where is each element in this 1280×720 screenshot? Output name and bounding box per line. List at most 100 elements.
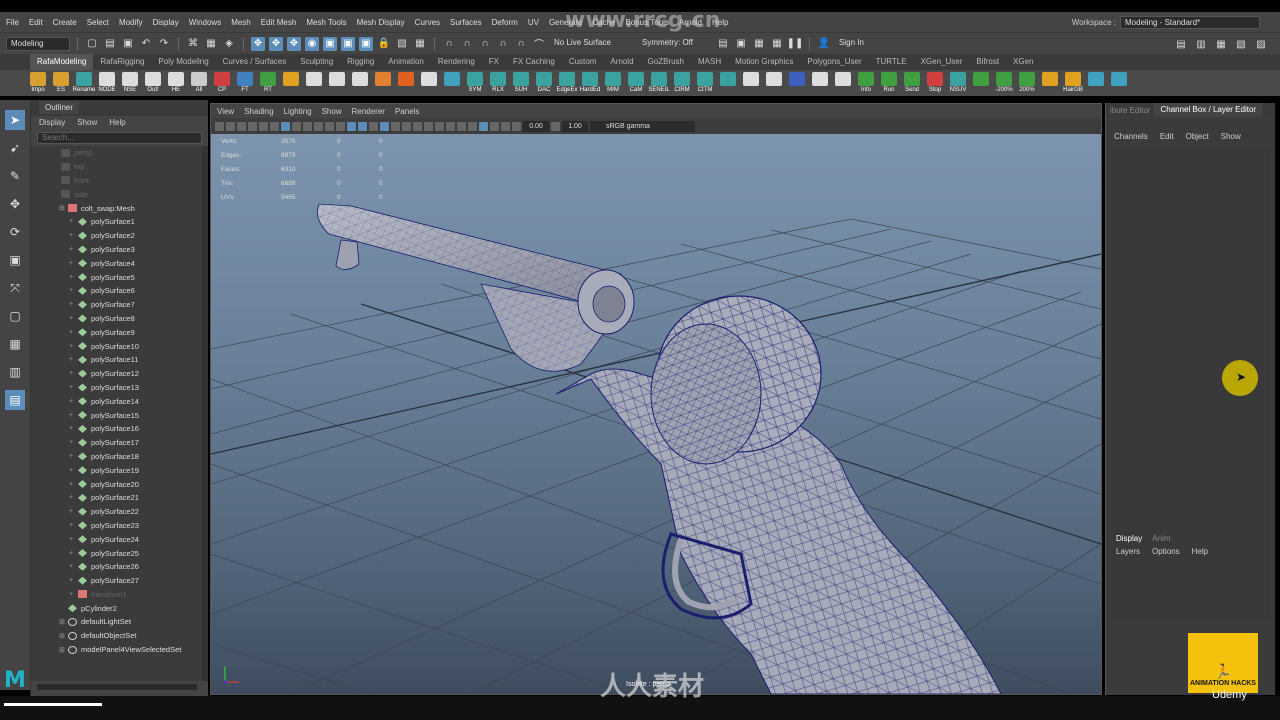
shelf-tool-button[interactable]: NSE: [120, 70, 140, 96]
outliner-item[interactable]: + polySurface15: [31, 408, 203, 422]
shelf-tool-button[interactable]: HairGB: [1063, 70, 1083, 96]
outliner-item[interactable]: persp: [31, 146, 203, 160]
shelf-tool-button[interactable]: [350, 70, 370, 96]
shelf-tab-rafarigging[interactable]: RafaRigging: [93, 54, 151, 70]
cb-menu-object[interactable]: Object: [1186, 132, 1209, 141]
shelf-tool-button[interactable]: CtTM: [695, 70, 715, 96]
xray-icon[interactable]: [391, 121, 400, 131]
expand-icon[interactable]: +: [69, 577, 76, 584]
outliner-menu-help[interactable]: Help: [109, 116, 125, 130]
expand-icon[interactable]: +: [69, 356, 76, 363]
highlight-icon[interactable]: ▧: [395, 37, 409, 51]
gamma-field[interactable]: 1.00: [562, 120, 588, 132]
outliner-item[interactable]: + polySurface12: [31, 367, 203, 381]
shelf-tab-arnold[interactable]: Arnold: [603, 54, 640, 70]
outliner-item[interactable]: + polySurface22: [31, 505, 203, 519]
shelf-tab-curves-surfaces[interactable]: Curves / Surfaces: [216, 54, 294, 70]
expand-icon[interactable]: ⊞: [59, 618, 66, 626]
select-misc-icon[interactable]: ▣: [341, 36, 355, 51]
expand-icon[interactable]: +: [69, 522, 76, 529]
expand-icon[interactable]: +: [69, 329, 76, 336]
outliner-item[interactable]: + polySurface19: [31, 463, 203, 477]
shelf-tool-button[interactable]: EdgeEx: [557, 70, 578, 96]
xray-joints-icon[interactable]: [490, 121, 499, 131]
select-tool-icon[interactable]: ➤: [5, 110, 25, 130]
menu-display[interactable]: Display: [153, 18, 179, 27]
symmetry-dropdown[interactable]: Symmetry: Off: [638, 37, 712, 51]
shelf-tool-button[interactable]: [718, 70, 738, 96]
aa-icon[interactable]: [457, 121, 466, 131]
outliner-item[interactable]: + polySurface16: [31, 422, 203, 436]
single-pane-icon[interactable]: ▢: [5, 306, 25, 326]
select-hierarchy-icon[interactable]: ⌘: [186, 37, 200, 51]
shelf-tool-button[interactable]: ES: [51, 70, 71, 96]
shelf-tool-button[interactable]: Impo: [28, 70, 48, 96]
shelf-tab-mash[interactable]: MASH: [691, 54, 728, 70]
shelf-tool-button[interactable]: [833, 70, 853, 96]
camera-attr-icon[interactable]: [226, 121, 235, 131]
outliner-item[interactable]: + polySurface25: [31, 546, 203, 560]
shelf-tool-button[interactable]: SENEIL: [648, 70, 670, 96]
expand-icon[interactable]: +: [69, 384, 76, 391]
menu-deform[interactable]: Deform: [492, 18, 518, 27]
menu-curves[interactable]: Curves: [415, 18, 440, 27]
shelf-tool-button[interactable]: Info: [856, 70, 876, 96]
workspace-dropdown[interactable]: Modeling - Standard*: [1120, 16, 1260, 29]
shelf-tab-motion-graphics[interactable]: Motion Graphics: [728, 54, 800, 70]
outliner-item[interactable]: + polySurface23: [31, 519, 203, 533]
shelf-tool-button[interactable]: 200%: [1017, 70, 1037, 96]
shelf-tool-button[interactable]: [810, 70, 830, 96]
outliner-item[interactable]: + polySurface6: [31, 284, 203, 298]
shelf-tool-button[interactable]: [373, 70, 393, 96]
move-tool-icon[interactable]: ✥: [5, 194, 25, 214]
shelf-tool-button[interactable]: -200%: [994, 70, 1014, 96]
render-icon[interactable]: ▤: [716, 37, 730, 51]
outliner-item[interactable]: + transform1: [31, 588, 203, 602]
outliner-item[interactable]: + polySurface10: [31, 339, 203, 353]
tab-channel-box[interactable]: Channel Box / Layer Editor: [1154, 103, 1263, 117]
gamma-icon[interactable]: [551, 121, 560, 131]
outliner-horizontal-scrollbar[interactable]: [37, 684, 197, 690]
menu-mesh-display[interactable]: Mesh Display: [357, 18, 405, 27]
make-live-icon[interactable]: ⌒: [532, 37, 546, 51]
gate-mask-icon[interactable]: [314, 121, 323, 131]
outliner-item[interactable]: ⊞ defaultLightSet: [31, 615, 203, 629]
viewport-menu-shading[interactable]: Shading: [244, 107, 273, 116]
panel-channel-icon[interactable]: ▧: [1234, 37, 1248, 51]
shelf-tool-button[interactable]: [741, 70, 761, 96]
shelf-tool-button[interactable]: Out!: [143, 70, 163, 96]
outliner-item[interactable]: top: [31, 160, 203, 174]
outliner-item[interactable]: + polySurface17: [31, 436, 203, 450]
select-render-icon[interactable]: ▣: [359, 36, 373, 51]
select-object-icon[interactable]: ▦: [204, 37, 218, 51]
select-uv-icon[interactable]: ▣: [323, 36, 337, 51]
image-plane-icon[interactable]: [248, 121, 257, 131]
tab-attribute-editor[interactable]: ibute Editor: [1106, 106, 1154, 115]
select-vertex-icon[interactable]: ✥: [269, 36, 283, 51]
sign-in-button[interactable]: Sign In: [835, 37, 891, 51]
textured-icon[interactable]: [402, 121, 411, 131]
ao-icon[interactable]: [435, 121, 444, 131]
snap-surface-icon[interactable]: ∩: [496, 37, 510, 51]
shelf-tool-button[interactable]: [396, 70, 416, 96]
shelf-tab-sculpting[interactable]: Sculpting: [293, 54, 340, 70]
viewport-menu-show[interactable]: Show: [322, 107, 342, 116]
viewport-scene[interactable]: Verts: 3575 0 0 Edges: 9879 0 0 Faces: 6310 0 0 Tris…: [211, 134, 1101, 694]
expand-icon[interactable]: +: [69, 439, 76, 446]
cb-menu-show[interactable]: Show: [1221, 132, 1241, 141]
expand-icon[interactable]: +: [69, 398, 76, 405]
outliner-layout-icon[interactable]: ▤: [5, 390, 25, 410]
outliner-item[interactable]: ⊞ colt_swap:Mesh: [31, 201, 203, 215]
wireframe-on-shaded-icon[interactable]: [380, 121, 389, 131]
lights-icon[interactable]: [413, 121, 422, 131]
outliner-item[interactable]: ⊞ defaultObjectSet: [31, 629, 203, 643]
shelf-tool-button[interactable]: NODE: [97, 70, 117, 96]
video-progress[interactable]: [4, 703, 102, 706]
lock-icon[interactable]: 🔒: [377, 37, 391, 51]
shelf-tool-button[interactable]: All: [189, 70, 209, 96]
viewport-menu-view[interactable]: View: [217, 107, 234, 116]
render-view-icon[interactable]: ▣: [734, 37, 748, 51]
grid-icon[interactable]: [281, 121, 290, 131]
workspace-selector[interactable]: Workspace : Modeling - Standard*: [1072, 16, 1260, 29]
shelf-tool-button[interactable]: FT: [235, 70, 255, 96]
